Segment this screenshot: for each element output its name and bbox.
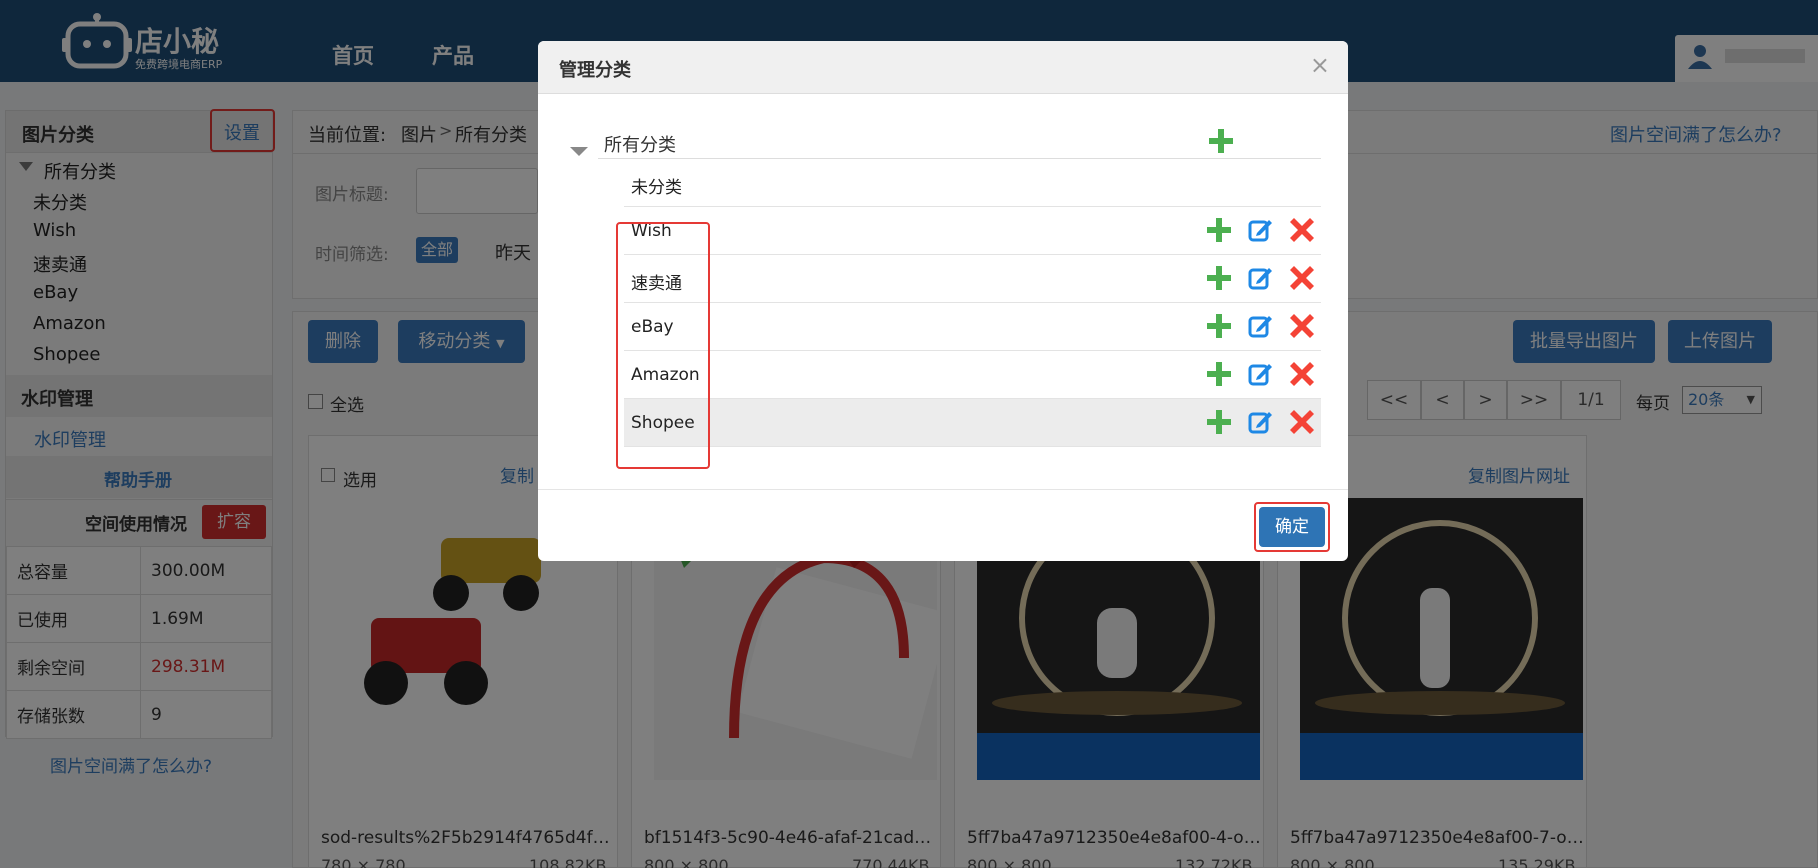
- add-icon[interactable]: [1207, 314, 1231, 338]
- category-row: 速卖通: [624, 255, 1321, 303]
- edit-icon[interactable]: [1248, 266, 1272, 290]
- category-root-label: 所有分类: [604, 135, 676, 156]
- category-label: 未分类: [631, 178, 682, 198]
- close-icon[interactable]: ×: [1310, 51, 1330, 79]
- edit-icon[interactable]: [1248, 218, 1272, 242]
- edit-icon[interactable]: [1248, 410, 1272, 434]
- delete-icon[interactable]: [1290, 362, 1314, 386]
- categories-highlight: [616, 222, 710, 469]
- modal-footer-divider: [538, 489, 1348, 490]
- delete-icon[interactable]: [1290, 218, 1314, 242]
- category-row: Wish: [624, 207, 1321, 255]
- add-icon[interactable]: [1207, 410, 1231, 434]
- confirm-button[interactable]: 确定: [1259, 507, 1325, 547]
- add-icon[interactable]: [1207, 362, 1231, 386]
- category-row: Shopee: [624, 399, 1321, 447]
- category-row: eBay: [624, 303, 1321, 351]
- add-icon[interactable]: [1207, 218, 1231, 242]
- add-icon[interactable]: [1209, 129, 1233, 153]
- category-row-uncategorized: 未分类: [624, 159, 1321, 207]
- add-icon[interactable]: [1207, 266, 1231, 290]
- category-root-row: 所有分类: [598, 111, 1321, 159]
- delete-icon[interactable]: [1290, 314, 1314, 338]
- category-row: Amazon: [624, 351, 1321, 399]
- modal-header: 管理分类 ×: [538, 41, 1348, 94]
- caret-down-icon[interactable]: [570, 147, 588, 157]
- modal-title: 管理分类: [559, 60, 631, 81]
- edit-icon[interactable]: [1248, 314, 1272, 338]
- manage-categories-modal: 管理分类 × 所有分类 未分类 Wish 速卖通 eBay Amazon Sho…: [538, 41, 1348, 561]
- delete-icon[interactable]: [1290, 266, 1314, 290]
- delete-icon[interactable]: [1290, 410, 1314, 434]
- edit-icon[interactable]: [1248, 362, 1272, 386]
